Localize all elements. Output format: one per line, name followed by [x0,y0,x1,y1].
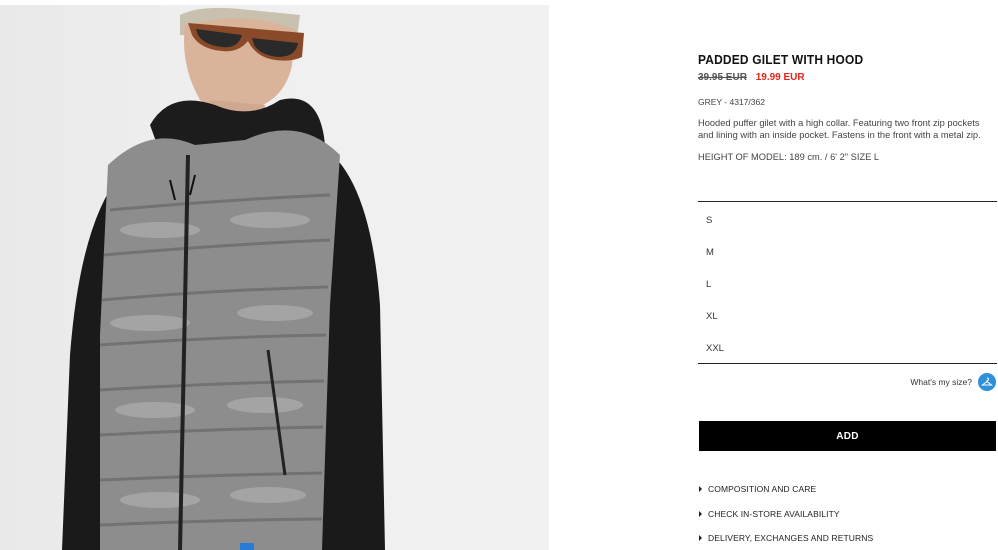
link-label[interactable]: CHECK IN-STORE AVAILABILITY [708,509,840,519]
size-guide-link[interactable]: What's my size? [910,373,996,391]
model-wearing-gilet-illustration [62,7,385,550]
price-block: 39.95 EUR 19.99 EUR [698,72,998,83]
store-availability-link[interactable]: CHECK IN-STORE AVAILABILITY [699,502,873,527]
old-price: 39.95 EUR [698,72,747,83]
composition-care-link[interactable]: COMPOSITION AND CARE [699,477,873,502]
add-to-cart-button[interactable]: ADD [699,421,996,451]
size-option-xl[interactable]: XL [698,300,997,332]
product-description: Hooded puffer gilet with a high collar. … [698,118,981,140]
size-selector: S M L XL XXL [698,201,997,364]
model-info: HEIGHT OF MODEL: 189 cm. / 6' 2" SIZE L [698,152,880,162]
product-info: PADDED GILET WITH HOOD 39.95 EUR 19.99 E… [698,52,998,162]
size-option-s[interactable]: S [698,204,997,236]
caret-right-icon [699,486,702,493]
delivery-returns-link[interactable]: DELIVERY, EXCHANGES AND RETURNS [699,526,873,550]
size-guide-label[interactable]: What's my size? [910,377,972,387]
hanger-icon[interactable] [978,373,996,391]
product-image[interactable] [0,5,549,550]
caret-right-icon [699,535,702,542]
sale-price: 19.99 EUR [755,72,805,83]
caret-right-icon [699,510,702,517]
info-links: COMPOSITION AND CARE CHECK IN-STORE AVAI… [699,477,873,550]
link-label[interactable]: COMPOSITION AND CARE [708,484,816,494]
link-label[interactable]: DELIVERY, EXCHANGES AND RETURNS [708,533,873,543]
color-reference: GREY - 4317/362 [698,97,765,107]
size-option-m[interactable]: M [698,236,997,268]
product-title: PADDED GILET WITH HOOD [698,52,864,67]
size-option-l[interactable]: L [698,268,997,300]
size-option-xxl[interactable]: XXL [698,332,997,364]
